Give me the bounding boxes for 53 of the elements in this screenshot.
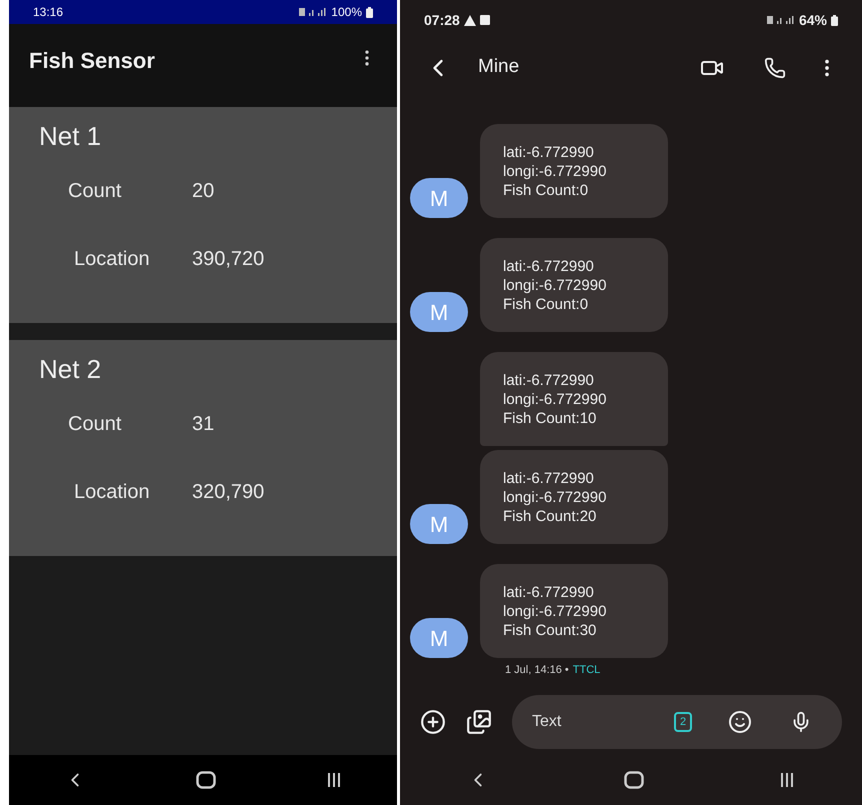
status-time: 13:16 bbox=[33, 4, 64, 21]
battery-level: 100% bbox=[331, 4, 362, 21]
avatar[interactable]: M bbox=[410, 292, 468, 332]
carrier-label: TTCL bbox=[572, 663, 600, 678]
home-icon[interactable] bbox=[624, 771, 644, 789]
message-line: lati:-6.772990 bbox=[503, 370, 595, 390]
avatar[interactable]: M bbox=[410, 504, 468, 544]
home-icon[interactable] bbox=[196, 771, 216, 789]
message-line: longi:-6.772990 bbox=[503, 602, 608, 620]
avatar[interactable]: M bbox=[410, 618, 468, 658]
field-value: 31 bbox=[192, 412, 214, 437]
sim-badge[interactable]: 2 bbox=[674, 712, 692, 732]
field-value: 390,720 bbox=[192, 247, 264, 272]
message-time: 1 Jul, 14:16 • bbox=[505, 663, 569, 678]
add-icon[interactable] bbox=[420, 709, 446, 735]
message-line: Fish Count:10 bbox=[503, 408, 598, 428]
gallery-icon[interactable] bbox=[466, 709, 492, 735]
message-line: lati:-6.772990 bbox=[503, 142, 595, 162]
emoji-icon[interactable] bbox=[728, 710, 752, 734]
message-line: longi:-6.772990 bbox=[503, 390, 608, 408]
warning-icon bbox=[464, 14, 476, 26]
message-line: longi:-6.772990 bbox=[503, 276, 608, 294]
field-label: Location bbox=[73, 247, 151, 272]
message-line: longi:-6.772990 bbox=[503, 488, 608, 506]
message-line: lati:-6.772990 bbox=[503, 468, 595, 488]
message-input[interactable]: Text 2 bbox=[512, 695, 842, 749]
battery-icon bbox=[831, 14, 838, 26]
field-label: Count bbox=[67, 412, 122, 437]
message-line: Fish Count:0 bbox=[503, 294, 590, 314]
signal-icon bbox=[766, 15, 795, 25]
message-line: Fish Count:20 bbox=[503, 506, 598, 526]
message-line: lati:-6.772990 bbox=[503, 256, 595, 276]
net-title: Net 2 bbox=[39, 353, 102, 386]
phone-icon[interactable] bbox=[764, 56, 786, 78]
message-line: Fish Count:30 bbox=[503, 620, 598, 640]
message-text: Text bbox=[532, 710, 622, 734]
field-value: 320,790 bbox=[192, 480, 264, 505]
contact-name: Mine bbox=[478, 55, 520, 80]
battery-icon bbox=[366, 6, 373, 18]
message-line: lati:-6.772990 bbox=[503, 582, 595, 602]
message-line: longi:-6.772990 bbox=[503, 162, 608, 180]
field-label: Count bbox=[67, 179, 122, 204]
app-title: Fish Sensor bbox=[29, 47, 155, 75]
status-time: 07:28 bbox=[424, 10, 460, 30]
message-line: Fish Count:0 bbox=[503, 180, 590, 200]
signal-icon bbox=[299, 7, 328, 17]
field-label: Location bbox=[73, 480, 151, 505]
recents-icon[interactable] bbox=[326, 772, 342, 788]
battery-level: 64% bbox=[798, 10, 827, 30]
net-title: Net 1 bbox=[39, 120, 102, 153]
avatar[interactable]: M bbox=[410, 178, 468, 218]
recents-icon[interactable] bbox=[778, 772, 795, 788]
field-value: 20 bbox=[192, 179, 214, 204]
